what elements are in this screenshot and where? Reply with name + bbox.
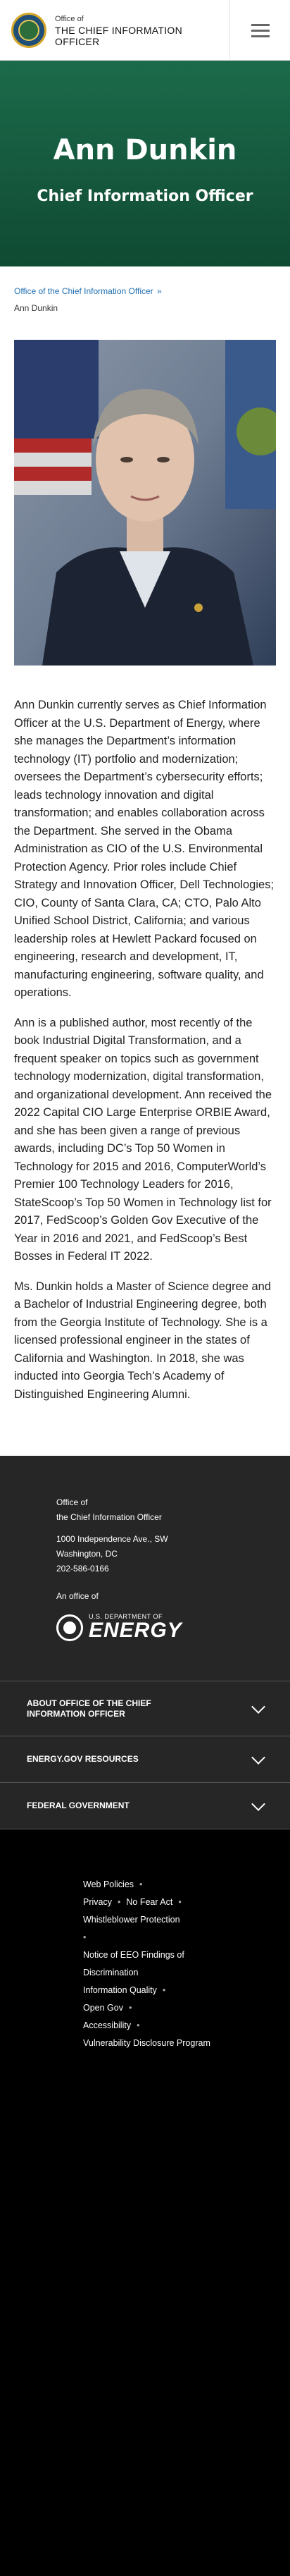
breadcrumb: Office of the Chief Information Officer … (0, 266, 290, 313)
doe-logo-icon (56, 1614, 83, 1641)
link-whistleblower[interactable]: Whistleblower Protection (83, 1915, 180, 1925)
footer-org-line1: Office of (56, 1497, 88, 1507)
footer-address: 1000 Independence Ave., SW (56, 1534, 168, 1544)
page-subtitle: Chief Information Officer (37, 188, 253, 205)
portrait-image (14, 340, 276, 666)
link-accessibility[interactable]: Accessibility (83, 2020, 131, 2030)
accordion-label: ABOUT OFFICE OF THE CHIEF INFORMATION OF… (27, 1698, 151, 1719)
hero-banner: Ann Dunkin Chief Information Officer (0, 61, 290, 266)
breadcrumb-separator: » (157, 286, 162, 296)
chevron-down-icon (251, 1796, 265, 1811)
page-title: Ann Dunkin (53, 134, 237, 166)
footer-accordion: ABOUT OFFICE OF THE CHIEF INFORMATION OF… (0, 1681, 290, 1829)
link-info-quality[interactable]: Information Quality (83, 1985, 157, 1995)
portrait-photo (14, 340, 276, 666)
bio-paragraph: Ann is a published author, most recently… (14, 1016, 272, 1263)
link-eeo[interactable]: Notice of EEO Findings of Discrimination (83, 1950, 184, 1977)
bio-paragraph: Ms. Dunkin holds a Master of Science deg… (14, 1280, 272, 1401)
accordion-energy-resources[interactable]: ENERGY.GOV RESOURCES (0, 1736, 290, 1783)
link-open-gov[interactable]: Open Gov (83, 2003, 123, 2013)
accordion-label: ENERGY.GOV RESOURCES (27, 1754, 139, 1764)
footer-office-info: Office of the Chief Information Officer … (0, 1456, 290, 1641)
brand-office-of: Office of (55, 14, 84, 23)
link-privacy[interactable]: Privacy (83, 1897, 112, 1907)
breadcrumb-current: Ann Dunkin (14, 303, 58, 313)
energy-logo-big: ENERGY (89, 1619, 182, 1642)
accordion-label: FEDERAL GOVERNMENT (27, 1801, 130, 1810)
site-header: Office of THE CHIEF INFORMATION OFFICER (0, 0, 290, 61)
bio-paragraph: Ann Dunkin currently serves as Chief Inf… (14, 699, 275, 999)
link-no-fear-act[interactable]: No Fear Act (126, 1897, 172, 1907)
chevron-down-icon (251, 1750, 265, 1765)
brand-office-name: THE CHIEF INFORMATION OFFICER (55, 24, 183, 47)
chevron-down-icon (251, 1699, 265, 1714)
footer-an-office-of: An office of (56, 1591, 99, 1601)
footer-legal-links: Web Policies • Privacy • No Fear Act • Whist… (0, 1829, 290, 2576)
bio-content: Ann Dunkin currently serves as Chief Inf… (0, 666, 290, 1404)
hamburger-icon (251, 23, 270, 26)
doe-seal-icon[interactable] (11, 12, 46, 48)
footer-phone[interactable]: 202-586-0166 (56, 1562, 290, 1576)
accordion-about[interactable]: ABOUT OFFICE OF THE CHIEF INFORMATION OF… (0, 1681, 290, 1736)
link-web-policies[interactable]: Web Policies (83, 1879, 134, 1889)
footer-org-line2: the Chief Information Officer (56, 1512, 162, 1522)
footer-city: Washington, DC (56, 1549, 118, 1559)
link-vdp[interactable]: Vulnerability Disclosure Program (83, 2038, 210, 2048)
accordion-federal-government[interactable]: FEDERAL GOVERNMENT (0, 1783, 290, 1829)
energy-logo[interactable]: U.S. DEPARTMENT OF ENERGY (56, 1614, 290, 1641)
breadcrumb-parent-link[interactable]: Office of the Chief Information Officer (14, 286, 153, 296)
site-footer: Office of the Chief Information Officer … (0, 1456, 290, 2576)
menu-button[interactable] (229, 0, 290, 61)
site-brand[interactable]: Office of THE CHIEF INFORMATION OFFICER (55, 13, 182, 47)
